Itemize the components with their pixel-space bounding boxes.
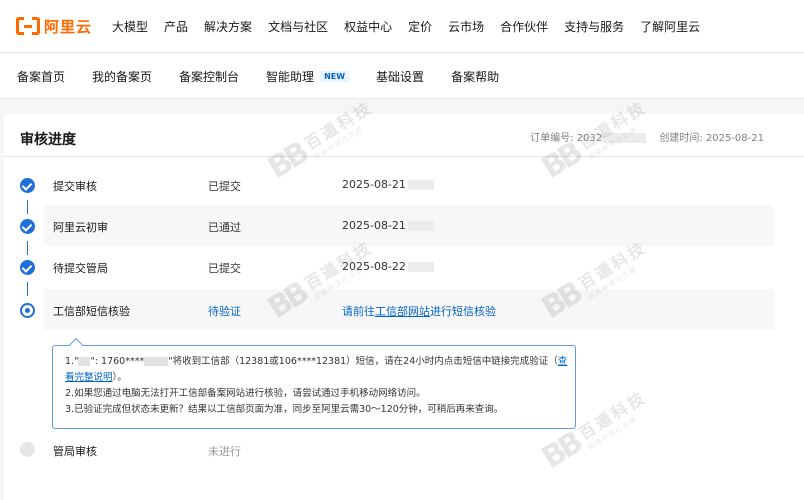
view-full-guide-link[interactable]: 查 [558,356,568,367]
step-name: 待提交管局 [53,262,108,275]
logo-text: 阿里云 [44,17,93,36]
step-status: 未进行 [208,445,241,458]
aliyun-logo-icon [16,17,40,35]
step-row-bureau-review: 管局审核 未进行 [44,429,774,470]
step-name: 提交审核 [53,180,97,193]
subnav-item-console[interactable]: 备案控制台 [179,68,239,85]
sms-verify-notice: 1." ": 1760**** "将收到工信部（12381或106****12381… [52,337,576,429]
topnav-item-partners[interactable]: 合作伙伴 [500,18,548,35]
aliyun-logo[interactable]: 阿里云 [16,16,92,37]
miit-website-link[interactable]: 工信部网站 [375,305,430,318]
beian-subnav: 备案首页 我的备案页 备案控制台 智能助理 NEW 基础设置 备案帮助 [0,54,804,99]
order-number-mask [602,133,647,143]
step-status: 已提交 [208,262,241,275]
notice-line-1-cont: 看完整说明）。 [65,372,127,383]
step-name: 管局审核 [53,445,97,458]
subnav-item-settings[interactable]: 基础设置 [376,68,424,85]
topnav-item-docs-community[interactable]: 文档与社区 [268,18,328,35]
step-done-check-icon [20,260,35,275]
step-done-check-icon [20,219,35,234]
step-current-icon [20,303,35,318]
step-date: 2025-08-22 [342,260,434,273]
step-name: 阿里云初审 [53,221,108,234]
notice-line-1: 1." ": 1760**** "将收到工信部（12381或106****12381… [65,356,568,367]
page-title: 审核进度 [20,132,76,148]
review-progress-card: 审核进度 订单编号: 2032 创建时间: 2025-08-21 提交审核 已提… [4,114,804,500]
topnav-item-solutions[interactable]: 解决方案 [204,18,252,35]
step-connector-line [27,282,28,296]
subnav-item-home[interactable]: 备案首页 [17,68,65,85]
subnav-item-assistant[interactable]: 智能助理 NEW [266,68,350,85]
step-name: 工信部短信核验 [53,305,130,318]
step-status: 已通过 [208,221,241,234]
step-row-initial-review: 阿里云初审 已通过 2025-08-21 [44,205,774,246]
step-done-check-icon [20,178,35,193]
topnav-item-products[interactable]: 产品 [164,18,188,35]
divider [4,156,804,157]
created-time: 创建时间: 2025-08-21 [659,133,764,144]
step-action: 请前往工信部网站进行短信核验 [342,305,496,318]
order-info: 订单编号: 2032 创建时间: 2025-08-21 [530,129,764,144]
order-number: 订单编号: 2032 [530,133,603,144]
step-connector-line [27,200,28,214]
view-full-guide-link-cont[interactable]: 看完整说明 [65,372,113,383]
top-navbar: 阿里云 大模型 产品 解决方案 文档与社区 权益中心 定价 云市场 合作伙伴 支… [0,0,804,53]
topnav-item-about[interactable]: 了解阿里云 [640,18,700,35]
new-badge: NEW [320,70,350,82]
step-status: 已提交 [208,180,241,193]
step-status: 待验证 [208,305,241,318]
subnav-item-help[interactable]: 备案帮助 [451,68,499,85]
subnav-item-my-beian[interactable]: 我的备案页 [92,68,152,85]
step-row-sms-verify: 工信部短信核验 待验证 请前往工信部网站进行短信核验 [44,289,774,330]
top-nav-menu: 大模型 产品 解决方案 文档与社区 权益中心 定价 云市场 合作伙伴 支持与服务… [104,18,708,35]
step-connector-line [27,241,28,255]
step-pending-icon [20,442,35,457]
topnav-item-models[interactable]: 大模型 [112,18,148,35]
notice-line-2: 2.如果您通过电脑无法打开工信部备案网站进行核验，请尝试通过手机移动网络访问。 [65,388,426,399]
topnav-item-marketplace[interactable]: 云市场 [448,18,484,35]
subnav-item-assistant-label: 智能助理 [266,69,315,84]
topnav-item-pricing[interactable]: 定价 [408,18,432,35]
step-row-submit: 提交审核 已提交 2025-08-21 [44,164,774,205]
notice-line-3: 3.已验证完成但状态未更新？结果以工信部页面为准，同步至阿里云需30～120分钟… [65,404,504,415]
step-row-submit-bureau: 待提交管局 已提交 2025-08-22 [44,246,774,287]
step-date: 2025-08-21 [342,219,434,232]
topnav-item-benefits[interactable]: 权益中心 [344,18,392,35]
topnav-item-support[interactable]: 支持与服务 [564,18,624,35]
step-date: 2025-08-21 [342,178,434,191]
